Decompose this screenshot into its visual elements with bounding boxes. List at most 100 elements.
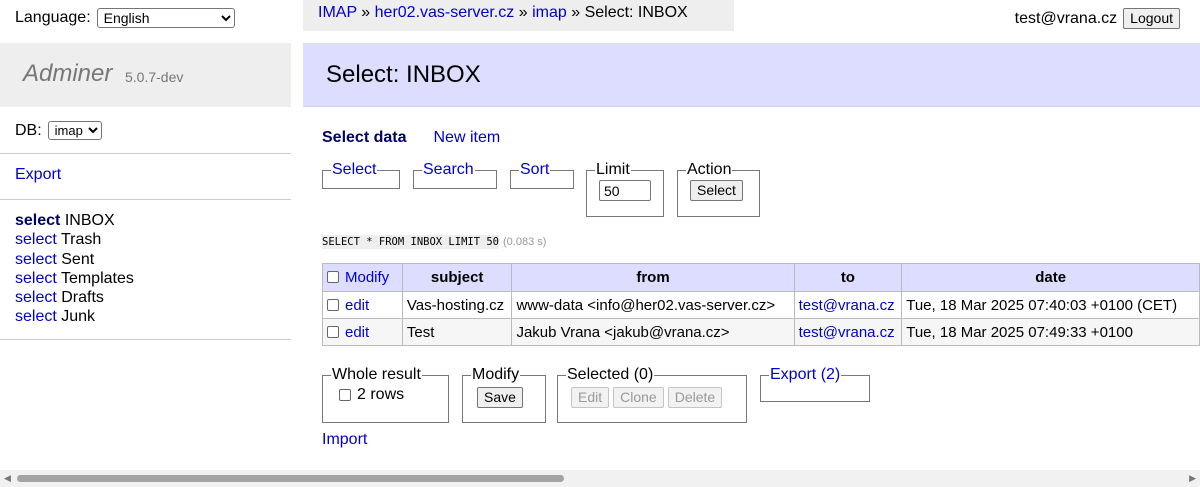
table-name-link[interactable]: Junk <box>61 308 95 325</box>
table-row: edit Test Jakub Vrana <jakub@vrana.cz> t… <box>322 318 1200 346</box>
selected-fieldset: Selected (0) Edit Clone Delete <box>557 366 747 423</box>
table-list-item-inbox: select INBOX <box>15 211 134 230</box>
export-fieldset: Export (2) <box>760 366 870 402</box>
sidebar-export-link[interactable]: Export <box>15 166 61 184</box>
page-heading: Select: INBOX <box>303 43 1200 107</box>
select-columns-toggle[interactable]: Select <box>332 161 376 178</box>
cell-subject: Test <box>401 318 513 346</box>
breadcrumb-database[interactable]: imap <box>532 4 567 21</box>
export-toggle[interactable]: Export (2) <box>770 366 840 383</box>
edit-selected-button[interactable]: Edit <box>571 387 610 408</box>
cell-from: Jakub Vrana <jakub@vrana.cz> <box>511 318 795 346</box>
table-name-link[interactable]: Templates <box>61 270 134 287</box>
edit-row-link[interactable]: edit <box>345 297 369 314</box>
limit-legend: Limit <box>596 161 630 178</box>
breadcrumb-separator: » <box>571 4 581 21</box>
select-fieldset: Select <box>322 161 400 189</box>
row-checkbox[interactable] <box>327 325 339 338</box>
new-item-link[interactable]: New item <box>433 129 500 147</box>
sidebar-divider <box>0 339 291 340</box>
action-fieldset: Action Select <box>677 161 760 217</box>
sort-fieldset: Sort <box>510 161 574 189</box>
save-button[interactable]: Save <box>477 387 523 408</box>
table-name-link[interactable]: Sent <box>61 251 94 268</box>
brand-header: Adminer 5.0.7-dev <box>0 43 291 107</box>
results-table: Modify subject from to date edit Vas-hos… <box>322 263 1200 346</box>
column-header-date[interactable]: date <box>901 263 1200 292</box>
table-list-item-sent: select Sent <box>15 250 134 269</box>
breadcrumb-current: Select: INBOX <box>584 4 688 21</box>
edit-row-link[interactable]: edit <box>345 324 369 341</box>
page-title: Select: INBOX <box>326 61 481 88</box>
row-checkbox[interactable] <box>327 298 339 311</box>
language-selector: Language: English <box>15 7 235 29</box>
select-table-link[interactable]: select <box>15 289 57 306</box>
app-logo[interactable]: Adminer <box>23 60 112 88</box>
db-selector: DB: imap <box>15 121 102 140</box>
table-name-link[interactable]: Trash <box>61 231 101 248</box>
column-header-to[interactable]: to <box>793 263 903 292</box>
table-name-link[interactable]: Drafts <box>61 289 104 306</box>
row-actions: edit <box>322 291 403 319</box>
sql-query: SELECT * FROM INBOX LIMIT 50 (0.083 s) <box>322 235 546 249</box>
table-list-item-templates: select Templates <box>15 269 134 288</box>
search-toggle[interactable]: Search <box>423 161 474 178</box>
app-version: 5.0.7-dev <box>125 69 184 85</box>
select-action-button[interactable]: Select <box>690 180 743 201</box>
scrollbar-thumb[interactable] <box>17 475 564 482</box>
select-table-link[interactable]: select <box>15 308 57 325</box>
table-row: edit Vas-hosting.cz www-data <info@her02… <box>322 291 1200 319</box>
column-header-subject[interactable]: subject <box>401 263 513 292</box>
email-link[interactable]: test@vrana.cz <box>799 324 895 341</box>
scroll-left-icon[interactable]: ◀ <box>4 474 11 483</box>
sql-query-text[interactable]: SELECT * FROM INBOX LIMIT 50 <box>322 235 500 249</box>
table-list-item-junk: select Junk <box>15 307 134 326</box>
horizontal-scrollbar[interactable]: ◀ ▶ <box>0 470 1200 487</box>
scroll-right-icon[interactable]: ▶ <box>1189 474 1196 483</box>
limit-fieldset: Limit <box>586 161 664 217</box>
cell-subject: Vas-hosting.cz <box>401 291 513 319</box>
table-list-item-trash: select Trash <box>15 230 134 249</box>
email-link[interactable]: test@vrana.cz <box>799 297 895 314</box>
selected-legend: Selected (0) <box>567 366 654 383</box>
whole-result-legend: Whole result <box>332 366 421 383</box>
select-table-link[interactable]: select <box>15 251 57 268</box>
table-list-item-drafts: select Drafts <box>15 288 134 307</box>
modify-header: Modify <box>322 263 403 292</box>
whole-result-checkbox[interactable] <box>339 389 351 401</box>
import-link[interactable]: Import <box>322 431 367 449</box>
db-label: DB: <box>15 121 42 139</box>
select-data-link[interactable]: Select data <box>322 129 406 147</box>
action-legend: Action <box>687 161 732 178</box>
breadcrumb-separator: » <box>518 4 528 21</box>
language-select[interactable]: English <box>96 8 235 28</box>
breadcrumb: IMAP » her02.vas-server.cz » imap » Sele… <box>303 0 734 31</box>
breadcrumb-server[interactable]: her02.vas-server.cz <box>375 4 515 21</box>
breadcrumb-driver[interactable]: IMAP <box>318 4 357 21</box>
modify-fieldset: Modify Save <box>462 366 546 423</box>
cell-date: Tue, 18 Mar 2025 07:49:33 +0100 <box>901 318 1200 346</box>
select-all-checkbox[interactable] <box>327 271 339 283</box>
sidebar-divider <box>0 153 291 154</box>
limit-input[interactable] <box>599 180 651 201</box>
whole-result-fieldset: Whole result 2 rows <box>322 366 449 423</box>
cell-date: Tue, 18 Mar 2025 07:40:03 +0100 (CET) <box>901 291 1200 319</box>
user-area: test@vrana.cz Logout <box>1015 8 1180 29</box>
table-name-link[interactable]: INBOX <box>65 212 115 229</box>
cell-from: www-data <info@her02.vas-server.cz> <box>511 291 795 319</box>
breadcrumb-separator: » <box>361 4 371 21</box>
search-fieldset: Search <box>413 161 497 189</box>
column-header-from[interactable]: from <box>511 263 795 292</box>
db-select[interactable]: imap <box>47 121 102 140</box>
select-table-link[interactable]: select <box>15 212 60 229</box>
rows-count-label[interactable]: 2 rows <box>357 386 404 404</box>
cell-to: test@vrana.cz <box>793 291 903 319</box>
select-table-link[interactable]: select <box>15 231 57 248</box>
select-table-link[interactable]: select <box>15 270 57 287</box>
modify-all-link[interactable]: Modify <box>345 269 389 286</box>
sort-toggle[interactable]: Sort <box>520 161 549 178</box>
delete-selected-button[interactable]: Delete <box>667 387 723 408</box>
clone-selected-button[interactable]: Clone <box>613 387 664 408</box>
table-list: select INBOX select Trash select Sent se… <box>15 211 134 327</box>
logout-button[interactable]: Logout <box>1123 8 1180 29</box>
